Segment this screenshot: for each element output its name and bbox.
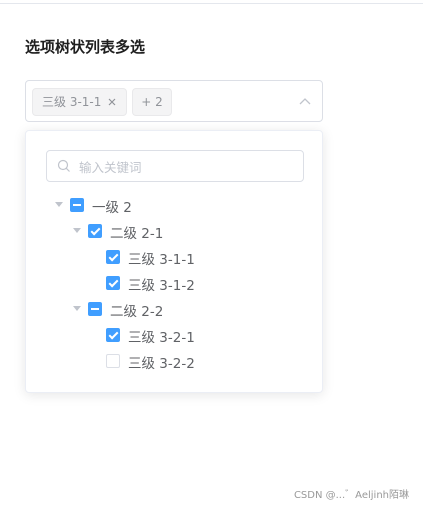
tree-dropdown: 一级 2 二级 2-1 三级 3-1-1 三级 3-1-2 二级 2-2 三级 … <box>25 130 323 393</box>
tree-node-level3-3-1-1[interactable]: 三级 3-1-1 <box>26 247 322 269</box>
tree-checkbox[interactable] <box>106 276 120 290</box>
search-input[interactable] <box>77 155 296 179</box>
tree-node-label: 一级 2 <box>92 200 132 216</box>
tree-node-label: 三级 3-1-1 <box>128 252 195 268</box>
caret-down-icon[interactable] <box>55 202 63 207</box>
tree-checkbox[interactable] <box>106 354 120 368</box>
tree-node-label: 三级 3-2-1 <box>128 330 195 346</box>
caret-down-icon[interactable] <box>73 228 81 233</box>
close-icon[interactable] <box>106 96 118 108</box>
page-title: 选项树状列表多选 <box>25 38 146 56</box>
tree-checkbox[interactable] <box>106 250 120 264</box>
tree-node-level1-2[interactable]: 一级 2 <box>26 195 322 217</box>
tree-node-label: 三级 3-1-2 <box>128 278 195 294</box>
watermark: CSDN @...゛Aeljinh陌琳 <box>293 490 409 501</box>
tree-checkbox[interactable] <box>88 302 102 316</box>
tree-node-level3-3-2-1[interactable]: 三级 3-2-1 <box>26 325 322 347</box>
search-icon <box>57 159 70 172</box>
caret-down-icon[interactable] <box>73 306 81 311</box>
tree-node-level2-2-2[interactable]: 二级 2-2 <box>26 299 322 321</box>
tree-node-level3-3-1-2[interactable]: 三级 3-1-2 <box>26 273 322 295</box>
selected-tag: 三级 3-1-1 <box>32 88 127 116</box>
tree-node-label: 二级 2-2 <box>110 304 164 320</box>
tree-node-level3-3-2-2[interactable]: 三级 3-2-2 <box>26 351 322 373</box>
tree-node-label: 三级 3-2-2 <box>128 356 195 372</box>
selected-tag-label: 三级 3-1-1 <box>42 95 102 109</box>
collapsed-tags-count: + 2 <box>132 88 172 116</box>
chevron-up-icon[interactable] <box>298 95 312 109</box>
tree-node-label: 二级 2-1 <box>110 226 164 242</box>
tree-checkbox[interactable] <box>88 224 102 238</box>
tree-node-level2-2-1[interactable]: 二级 2-1 <box>26 221 322 243</box>
tree-select[interactable]: 三级 3-1-1 + 2 <box>25 80 323 122</box>
top-divider <box>0 3 423 4</box>
filter-field[interactable] <box>46 150 304 182</box>
tree-checkbox[interactable] <box>106 328 120 342</box>
tree-checkbox[interactable] <box>70 198 84 212</box>
